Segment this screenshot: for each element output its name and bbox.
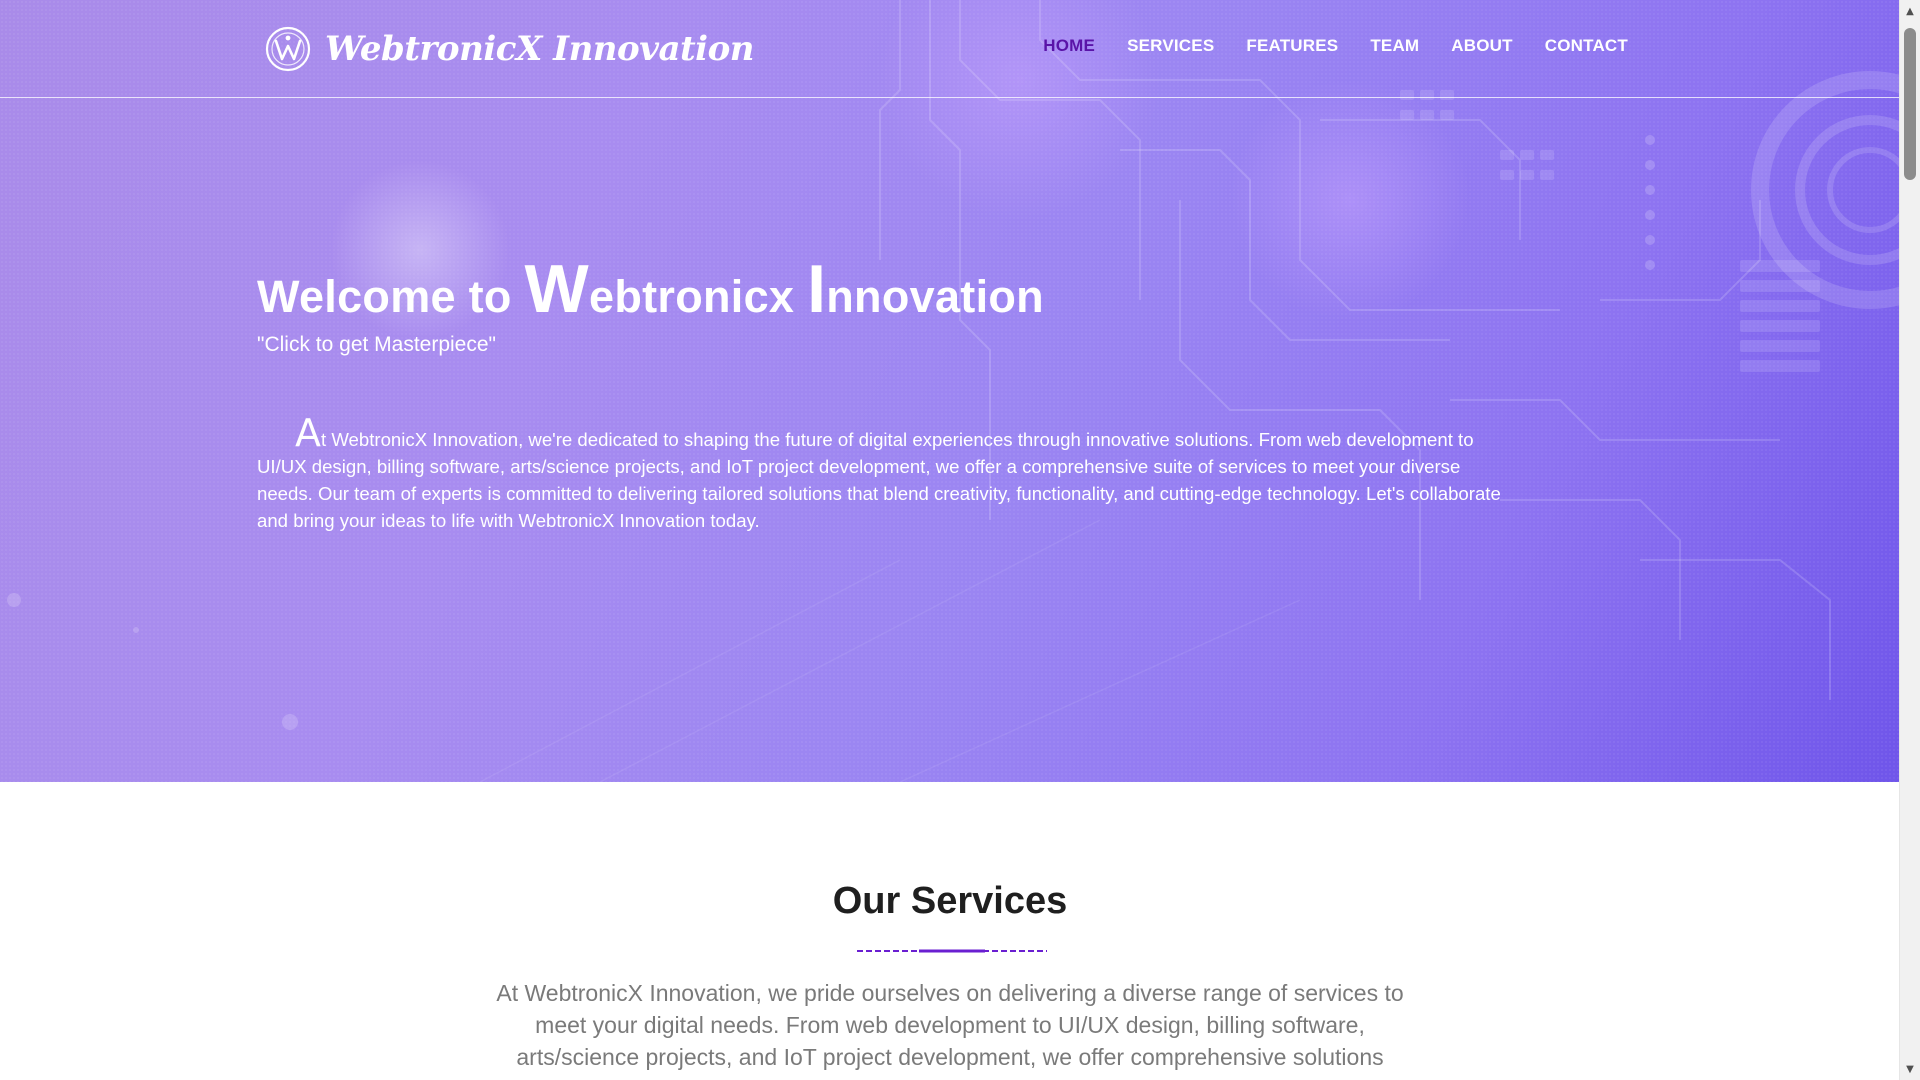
hero-description: At WebtronicX Innovation, we're dedicate…: [257, 414, 1519, 534]
scroll-up-arrow-icon[interactable]: ▲: [1900, 2, 1920, 20]
nav-features[interactable]: FEATURES: [1246, 36, 1338, 56]
nav-team[interactable]: TEAM: [1370, 36, 1419, 56]
services-title: Our Services: [832, 880, 1068, 922]
scrollbar-thumb[interactable]: [1904, 28, 1916, 180]
page-viewport: WebtronicX Innovation HOME SERVICES FEAT…: [0, 0, 1900, 1080]
nav-home[interactable]: HOME: [1043, 36, 1095, 56]
scroll-down-arrow-icon[interactable]: ▼: [1900, 1060, 1920, 1078]
hero-title-prefix: Welcome to: [257, 271, 525, 322]
hero-title-i: I: [807, 251, 827, 327]
hero-title: Welcome to Webtronicx Innovation: [257, 250, 1044, 328]
hero-section: WebtronicX Innovation HOME SERVICES FEAT…: [0, 0, 1900, 782]
webtronicx-logo-icon: [265, 26, 311, 72]
site-header: WebtronicX Innovation HOME SERVICES FEAT…: [0, 0, 1900, 98]
hero-title-rest2: nnovation: [826, 271, 1044, 322]
brand-name: WebtronicX Innovation: [325, 29, 755, 69]
nav-about[interactable]: ABOUT: [1451, 36, 1512, 56]
hero-tagline[interactable]: "Click to get Masterpiece": [257, 333, 496, 357]
nav-services[interactable]: SERVICES: [1127, 36, 1214, 56]
page-scrollbar[interactable]: ▲ ▼: [1899, 0, 1920, 1080]
main-nav: HOME SERVICES FEATURES TEAM ABOUT CONTAC…: [1043, 36, 1628, 56]
services-intro: At WebtronicX Innovation, we pride ourse…: [496, 980, 1404, 1070]
hero-description-dropcap: A: [295, 411, 321, 455]
hero-dot-pattern: [0, 0, 1900, 782]
services-title-divider: [857, 949, 1047, 953]
nav-contact[interactable]: CONTACT: [1545, 36, 1628, 56]
hero-title-rest1: ebtronicx: [589, 271, 808, 322]
hero-description-text: t WebtronicX Innovation, we're dedicated…: [257, 429, 1501, 531]
brand-logo-link[interactable]: WebtronicX Innovation: [265, 22, 755, 76]
hero-title-w: W: [524, 251, 590, 327]
